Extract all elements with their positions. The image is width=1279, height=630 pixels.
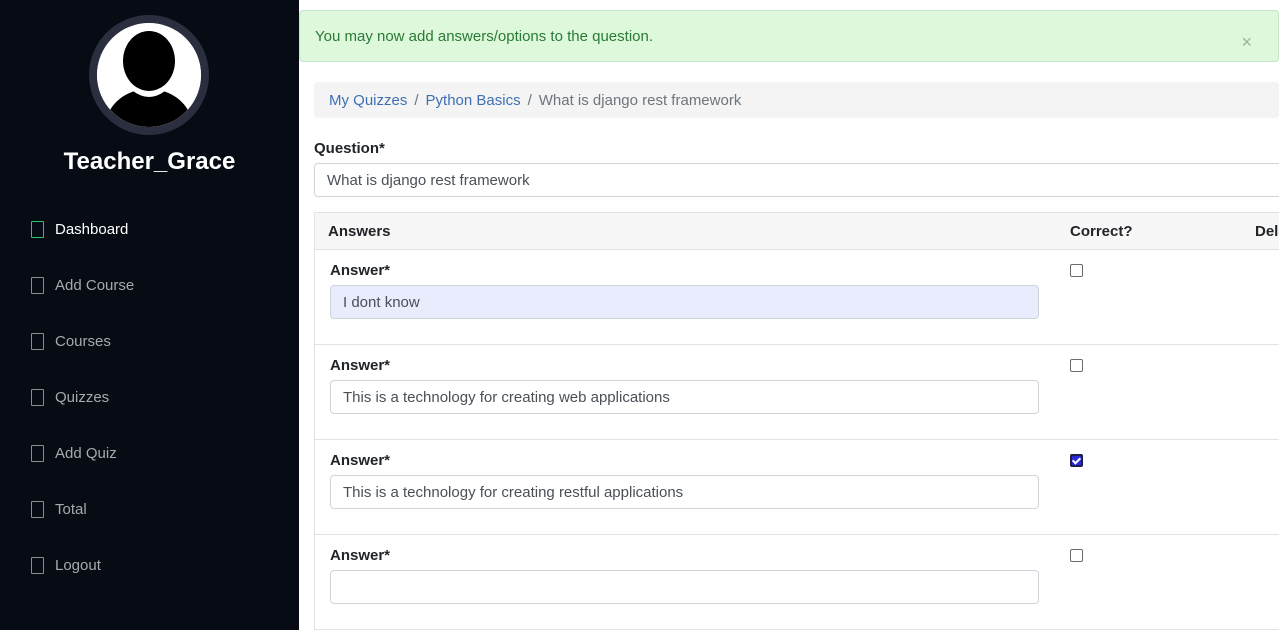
add-course-icon	[31, 276, 44, 294]
sidebar-item-label: Add Course	[55, 276, 135, 294]
answers-column-header: Answers	[328, 223, 391, 240]
sidebar-item-label: Courses	[55, 332, 111, 350]
answer-input[interactable]	[330, 380, 1039, 414]
question-input[interactable]	[314, 163, 1279, 197]
sidebar-item-courses[interactable]: Courses	[31, 329, 111, 353]
answer-row: Answer*	[315, 250, 1279, 345]
sidebar-item-logout[interactable]: Logout	[31, 553, 101, 577]
success-alert: You may now add answers/options to the q…	[299, 10, 1279, 62]
alert-message: You may now add answers/options to the q…	[315, 28, 653, 45]
sidebar: Teacher_Grace Dashboard Add Course Cours…	[0, 0, 299, 630]
answer-input[interactable]	[330, 285, 1039, 319]
delete-column-header: Dele	[1255, 223, 1279, 240]
breadcrumb: My Quizzes / Python Basics / What is django …	[314, 82, 1279, 118]
dashboard-icon	[31, 220, 44, 238]
answers-table: Answers Correct? Dele Answer* Answer* An…	[314, 212, 1279, 630]
answer-row: Answer*	[315, 440, 1279, 535]
sidebar-item-quizzes[interactable]: Quizzes	[31, 385, 109, 409]
sidebar-item-total[interactable]: Total	[31, 497, 87, 521]
sidebar-username: Teacher_Grace	[63, 148, 236, 175]
avatar	[89, 15, 209, 135]
sidebar-item-label: Dashboard	[55, 220, 129, 238]
answer-label: Answer*	[330, 357, 391, 374]
breadcrumb-separator: /	[414, 92, 419, 109]
answer-input[interactable]	[330, 475, 1039, 509]
question-label: Question*	[314, 140, 385, 157]
courses-icon	[31, 332, 44, 350]
sidebar-item-dashboard[interactable]: Dashboard	[31, 217, 128, 241]
correct-checkbox[interactable]	[1070, 264, 1083, 277]
answer-row: Answer*	[315, 345, 1279, 440]
quizzes-icon	[31, 388, 44, 406]
answer-label: Answer*	[330, 262, 391, 279]
user-silhouette-icon	[97, 23, 201, 127]
correct-checkbox[interactable]	[1070, 359, 1083, 372]
sidebar-item-add-course[interactable]: Add Course	[31, 273, 134, 297]
sidebar-item-label: Quizzes	[55, 388, 110, 406]
answer-row: Answer*	[315, 535, 1279, 630]
breadcrumb-current: What is django rest framework	[538, 92, 742, 109]
sidebar-item-label: Total	[55, 500, 87, 518]
close-icon[interactable]: ×	[1241, 33, 1252, 51]
breadcrumb-my-quizzes[interactable]: My Quizzes	[329, 92, 407, 109]
answer-input[interactable]	[330, 570, 1039, 604]
logout-icon	[31, 556, 44, 574]
answers-table-header: Answers Correct? Dele	[315, 213, 1279, 250]
add-quiz-icon	[31, 444, 44, 462]
sidebar-item-label: Add Quiz	[55, 444, 117, 462]
correct-checkbox[interactable]	[1070, 549, 1083, 562]
sidebar-item-add-quiz[interactable]: Add Quiz	[31, 441, 117, 465]
total-icon	[31, 500, 44, 518]
correct-column-header: Correct?	[1070, 223, 1133, 240]
sidebar-item-label: Logout	[55, 556, 101, 574]
breadcrumb-python-basics[interactable]: Python Basics	[426, 92, 521, 109]
correct-checkbox[interactable]	[1070, 454, 1083, 467]
answer-label: Answer*	[330, 547, 391, 564]
breadcrumb-separator: /	[527, 92, 532, 109]
answer-label: Answer*	[330, 452, 391, 469]
